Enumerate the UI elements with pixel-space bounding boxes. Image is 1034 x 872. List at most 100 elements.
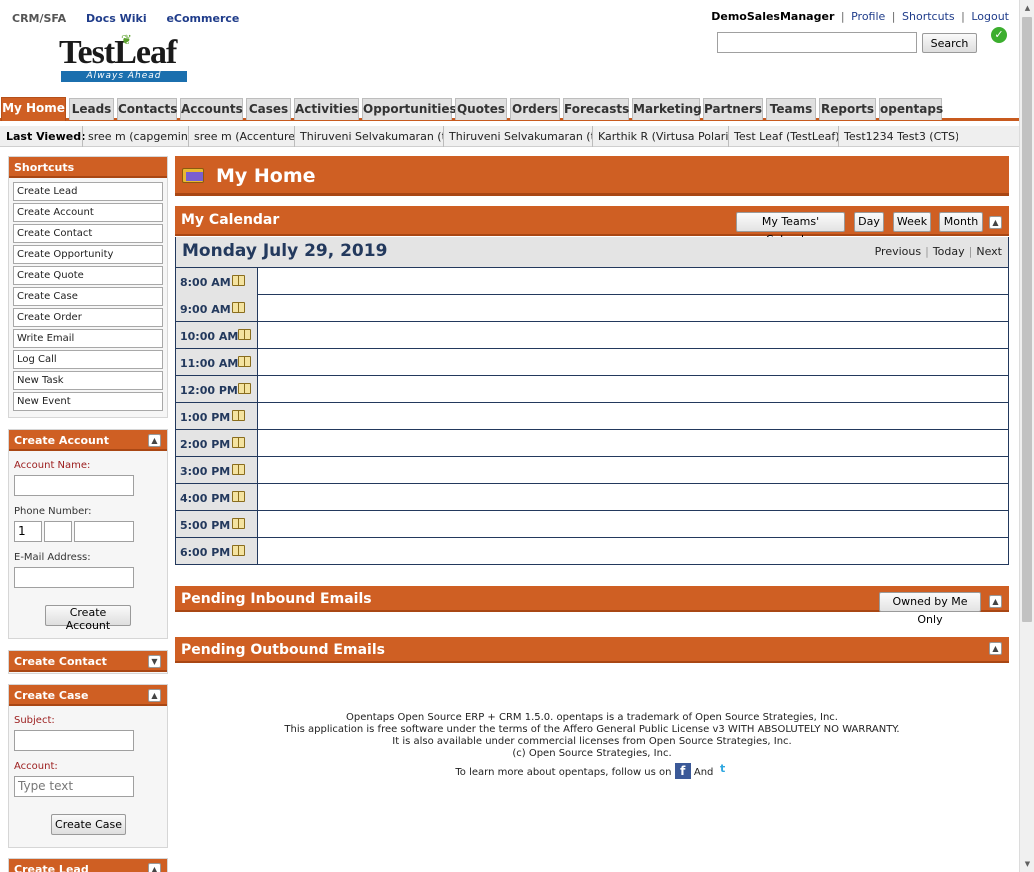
- calendar-slot[interactable]: 3:00 PM: [175, 457, 1009, 484]
- tab-partners[interactable]: Partners: [703, 98, 763, 120]
- collapse-icon[interactable]: ▲: [989, 216, 1002, 229]
- app-ecommerce[interactable]: eCommerce: [166, 12, 239, 25]
- shortcut-create-quote[interactable]: Create Quote: [13, 266, 163, 285]
- scroll-up-icon[interactable]: ▲: [1020, 1, 1034, 15]
- book-icon[interactable]: [232, 275, 245, 286]
- next-link[interactable]: Next: [976, 245, 1002, 258]
- collapse-icon[interactable]: ▲: [989, 595, 1002, 608]
- last-viewed-item[interactable]: Test1234 Test3 (CTS): [838, 126, 958, 147]
- scrollbar-thumb[interactable]: [1022, 17, 1032, 622]
- book-icon[interactable]: [232, 302, 245, 313]
- phone-area-code-input[interactable]: [44, 521, 72, 542]
- create-case-header[interactable]: Create Case ▲: [9, 685, 167, 706]
- book-icon[interactable]: [232, 545, 245, 556]
- calendar-slot[interactable]: 6:00 PM: [175, 538, 1009, 565]
- tab-opentaps[interactable]: opentaps: [879, 98, 943, 120]
- tab-activities[interactable]: Activities: [294, 98, 359, 120]
- tab-forecasts[interactable]: Forecasts: [563, 98, 629, 120]
- app-docs-wiki[interactable]: Docs Wiki: [86, 12, 147, 25]
- collapse-icon[interactable]: ▲: [989, 642, 1002, 655]
- tab-quotes[interactable]: Quotes: [455, 98, 507, 120]
- tab-reports[interactable]: Reports: [819, 98, 876, 120]
- create-case-button[interactable]: Create Case: [51, 814, 126, 835]
- book-icon[interactable]: [232, 518, 245, 529]
- collapse-icon[interactable]: ▲: [148, 689, 161, 702]
- logout-link[interactable]: Logout: [971, 10, 1009, 23]
- last-viewed-item[interactable]: sree m (capgemini): [82, 126, 188, 147]
- book-icon[interactable]: [232, 464, 245, 475]
- search-button[interactable]: Search: [922, 33, 977, 53]
- last-viewed-item[interactable]: Karthik R (Virtusa Polari...: [592, 126, 728, 147]
- today-link[interactable]: Today: [933, 245, 965, 258]
- collapse-icon[interactable]: ▲: [148, 863, 161, 872]
- tab-marketing[interactable]: Marketing: [632, 98, 702, 120]
- app-crm-sfa[interactable]: CRM/SFA: [12, 12, 66, 25]
- phone-number-input[interactable]: [74, 521, 134, 542]
- twitter-icon[interactable]: t: [717, 763, 729, 775]
- calendar-slot[interactable]: 5:00 PM: [175, 511, 1009, 538]
- account-lookup-input[interactable]: Type text: [14, 776, 134, 797]
- profile-link[interactable]: Profile: [851, 10, 885, 23]
- current-user: DemoSalesManager: [711, 10, 835, 23]
- subject-label: Subject:: [14, 715, 55, 726]
- facebook-icon[interactable]: f: [674, 763, 691, 779]
- last-viewed-item[interactable]: Thiruveni Selvakumaran (t...: [294, 126, 443, 147]
- last-viewed-item[interactable]: Thiruveni Selvakumaran (t...: [443, 126, 592, 147]
- previous-link[interactable]: Previous: [875, 245, 922, 258]
- shortcut-create-order[interactable]: Create Order: [13, 308, 163, 327]
- calendar-slot[interactable]: 8:00 AM: [175, 267, 1009, 295]
- calendar-slot[interactable]: 9:00 AM: [175, 295, 1009, 322]
- tab-my-home[interactable]: My Home: [1, 97, 66, 121]
- calendar-slot[interactable]: 2:00 PM: [175, 430, 1009, 457]
- book-icon[interactable]: [232, 491, 245, 502]
- calendar-slot[interactable]: 12:00 PM: [175, 376, 1009, 403]
- email-address-input[interactable]: [14, 567, 134, 588]
- month-view-button[interactable]: Month: [939, 212, 983, 232]
- calendar-slot[interactable]: 4:00 PM: [175, 484, 1009, 511]
- shortcut-create-case[interactable]: Create Case: [13, 287, 163, 306]
- book-icon[interactable]: [232, 437, 245, 448]
- book-icon[interactable]: [238, 329, 251, 340]
- page-scrollbar[interactable]: ▲ ▼: [1019, 0, 1034, 872]
- expand-icon[interactable]: ▼: [148, 655, 161, 668]
- status-ok-icon: ✓: [991, 27, 1007, 43]
- day-view-button[interactable]: Day: [854, 212, 884, 232]
- account-name-input[interactable]: [14, 475, 134, 496]
- shortcut-create-opportunity[interactable]: Create Opportunity: [13, 245, 163, 264]
- calendar-slot[interactable]: 11:00 AM: [175, 349, 1009, 376]
- tab-leads[interactable]: Leads: [69, 98, 114, 120]
- shortcut-new-event[interactable]: New Event: [13, 392, 163, 411]
- subject-input[interactable]: [14, 730, 134, 751]
- collapse-icon[interactable]: ▲: [148, 434, 161, 447]
- last-viewed-item[interactable]: sree m (Accenture): [188, 126, 294, 147]
- search-input[interactable]: [717, 32, 917, 53]
- week-view-button[interactable]: Week: [893, 212, 931, 232]
- shortcut-new-task[interactable]: New Task: [13, 371, 163, 390]
- shortcut-write-email[interactable]: Write Email: [13, 329, 163, 348]
- shortcut-create-lead[interactable]: Create Lead: [13, 182, 163, 201]
- shortcuts-link[interactable]: Shortcuts: [902, 10, 955, 23]
- tab-accounts[interactable]: Accounts: [180, 98, 243, 120]
- shortcut-create-contact[interactable]: Create Contact: [13, 224, 163, 243]
- phone-country-code-input[interactable]: 1: [14, 521, 42, 542]
- calendar-slot[interactable]: 10:00 AM: [175, 322, 1009, 349]
- book-icon[interactable]: [232, 410, 245, 421]
- owned-by-me-only-button[interactable]: Owned by Me Only: [879, 592, 981, 626]
- create-account-button[interactable]: Create Account: [45, 605, 131, 632]
- create-lead-header[interactable]: Create Lead ▲: [9, 859, 167, 872]
- last-viewed-item[interactable]: Test Leaf (TestLeaf): [728, 126, 838, 147]
- tab-orders[interactable]: Orders: [510, 98, 560, 120]
- book-icon[interactable]: [238, 356, 251, 367]
- tab-teams[interactable]: Teams: [766, 98, 816, 120]
- calendar-slot[interactable]: 1:00 PM: [175, 403, 1009, 430]
- create-account-header[interactable]: Create Account ▲: [9, 430, 167, 451]
- scroll-down-icon[interactable]: ▼: [1020, 857, 1034, 871]
- book-icon[interactable]: [238, 383, 251, 394]
- tab-cases[interactable]: Cases: [246, 98, 291, 120]
- tab-opportunities[interactable]: Opportunities: [362, 98, 457, 120]
- create-contact-header[interactable]: Create Contact ▼: [9, 651, 167, 672]
- my-teams-calendar-button[interactable]: My Teams' Calendar: [736, 212, 845, 246]
- tab-contacts[interactable]: Contacts: [117, 98, 177, 120]
- shortcut-log-call[interactable]: Log Call: [13, 350, 163, 369]
- shortcut-create-account[interactable]: Create Account: [13, 203, 163, 222]
